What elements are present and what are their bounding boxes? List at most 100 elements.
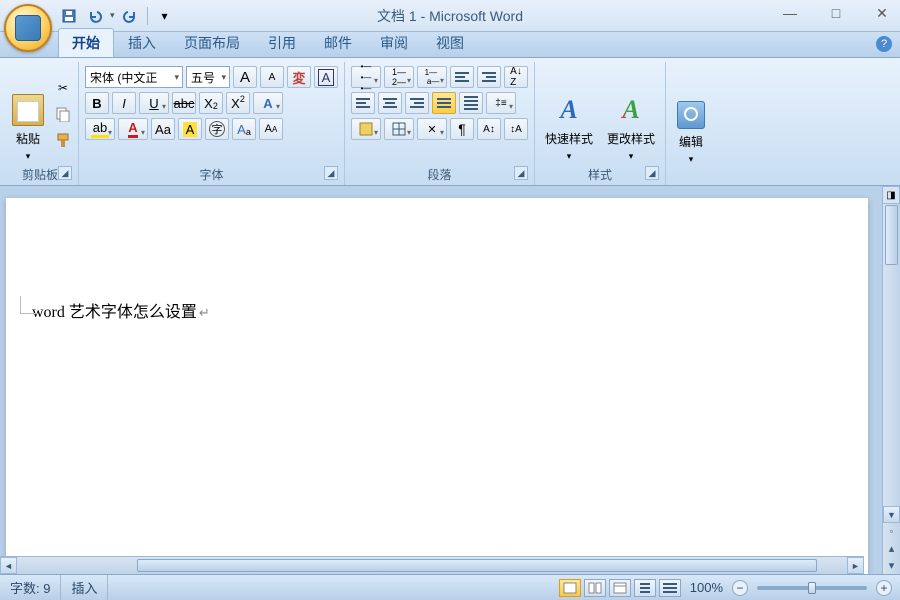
document-text[interactable]: word 艺术字体怎么设置 [32, 304, 197, 321]
close-button[interactable]: ✕ [868, 2, 896, 24]
zoom-handle[interactable] [808, 582, 816, 594]
font-group-label: 字体◢ [83, 164, 340, 185]
print-layout-view-button[interactable] [559, 579, 581, 597]
font-size-combo[interactable]: 五号 [186, 66, 230, 88]
document-page[interactable]: word 艺术字体怎么设置↵ [6, 198, 868, 574]
char-border-button[interactable]: A [314, 66, 338, 88]
tab-mailings[interactable]: 邮件 [310, 28, 366, 57]
qat-customize-dropdown[interactable]: ▾ [154, 5, 176, 27]
hscroll-thumb[interactable] [137, 559, 817, 572]
borders-button[interactable] [384, 118, 414, 140]
align-right-button[interactable] [405, 92, 429, 114]
cut-button[interactable]: ✂ [52, 77, 74, 99]
minimize-button[interactable]: — [776, 2, 804, 24]
align-justify-button[interactable] [432, 92, 456, 114]
align-left-button[interactable] [351, 92, 375, 114]
scroll-down-button[interactable]: ▼ [883, 506, 900, 523]
draft-view-button[interactable] [659, 579, 681, 597]
shading-button[interactable] [351, 118, 381, 140]
tab-home[interactable]: 开始 [58, 28, 114, 57]
undo-button[interactable] [84, 5, 106, 27]
full-screen-view-button[interactable] [584, 579, 606, 597]
format-painter-button[interactable] [52, 129, 74, 151]
phonetic-guide-button[interactable]: 変 [287, 66, 311, 88]
change-styles-button[interactable]: A 更改样式 ▾ [601, 64, 661, 164]
vertical-scrollbar[interactable]: ▲ ▼ ◦ ▴ ▾ [882, 186, 900, 574]
horizontal-scrollbar[interactable]: ◄ ► [0, 556, 864, 574]
next-page-button[interactable]: ▾ [883, 557, 900, 574]
asian-text-button[interactable]: ✕ [417, 118, 447, 140]
zoom-slider[interactable] [757, 586, 867, 590]
strikethrough-button[interactable]: abc [172, 92, 196, 114]
distributed-button[interactable] [459, 92, 483, 114]
paste-button[interactable]: 粘贴 ▾ [6, 64, 50, 164]
line-spacing-button[interactable]: ‡≡ [486, 92, 516, 114]
quick-styles-icon: A [551, 94, 587, 126]
quick-styles-button[interactable]: A 快速样式 ▾ [539, 64, 599, 164]
tab-insert[interactable]: 插入 [114, 28, 170, 57]
clear-formatting-button[interactable]: Aa [232, 118, 256, 140]
zoom-level[interactable]: 100% [690, 580, 723, 595]
shrink-font-button[interactable]: A [260, 66, 284, 88]
vscroll-thumb[interactable] [885, 205, 898, 265]
scroll-left-button[interactable]: ◄ [0, 557, 17, 574]
zoom-out-button[interactable]: − [732, 580, 748, 596]
superscript-button[interactable]: X2 [226, 92, 250, 114]
asian-layout-button[interactable]: AA [259, 118, 283, 140]
browse-object-button[interactable]: ◦ [883, 523, 900, 540]
quick-access-toolbar: ▾ ▾ [58, 5, 176, 27]
font-launcher[interactable]: ◢ [324, 166, 338, 180]
document-scroll[interactable]: word 艺术字体怎么设置↵ ◄ ► [0, 186, 882, 574]
sort-button[interactable]: A↓Z [504, 66, 528, 88]
text-direction-button[interactable]: ↕A [504, 118, 528, 140]
clipboard-icon [12, 94, 44, 126]
show-marks-button[interactable]: ¶ [450, 118, 474, 140]
quick-styles-label: 快速样式 [545, 130, 593, 147]
editing-button[interactable]: 编辑 ▾ [670, 64, 712, 167]
tab-references[interactable]: 引用 [254, 28, 310, 57]
font-name-combo[interactable]: 宋体 (中文正 [85, 66, 183, 88]
bold-button[interactable]: B [85, 92, 109, 114]
zoom-in-button[interactable]: + [876, 580, 892, 596]
char-shading-button[interactable]: A [178, 118, 202, 140]
scroll-right-button[interactable]: ► [847, 557, 864, 574]
word-count[interactable]: 字数: 9 [0, 575, 61, 600]
numbering-button[interactable]: 1—2— [384, 66, 414, 88]
italic-button[interactable]: I [112, 92, 136, 114]
help-button[interactable]: ? [876, 36, 892, 52]
tab-review[interactable]: 审阅 [366, 28, 422, 57]
decrease-indent-button[interactable] [450, 66, 474, 88]
ribbon: 粘贴 ▾ ✂ 剪贴板◢ 宋体 (中文正 五号 A A 変 A [0, 58, 900, 186]
highlight-button[interactable]: ab [85, 118, 115, 140]
maximize-button[interactable]: □ [822, 2, 850, 24]
document-area: word 艺术字体怎么设置↵ ◄ ► ▲ ▼ ◦ ▴ ▾ [0, 186, 900, 574]
subscript-button[interactable]: X2 [199, 92, 223, 114]
multilevel-button[interactable]: 1— a— [417, 66, 447, 88]
enclose-chars-button[interactable]: 字 [205, 118, 229, 140]
prev-page-button[interactable]: ▴ [883, 540, 900, 557]
styles-launcher[interactable]: ◢ [645, 166, 659, 180]
paragraph-launcher[interactable]: ◢ [514, 166, 528, 180]
bullets-button[interactable]: •—•—•— [351, 66, 381, 88]
copy-button[interactable] [52, 103, 74, 125]
font-color-button[interactable]: A [118, 118, 148, 140]
snap-grid-button[interactable]: A↕ [477, 118, 501, 140]
change-styles-icon: A [613, 94, 649, 126]
increase-indent-button[interactable] [477, 66, 501, 88]
tab-view[interactable]: 视图 [422, 28, 478, 57]
office-button[interactable] [4, 4, 52, 52]
web-layout-view-button[interactable] [609, 579, 631, 597]
change-case-button[interactable]: Aa [151, 118, 175, 140]
ruler-toggle-button[interactable]: ◨ [882, 186, 900, 204]
text-effects-button[interactable]: A [253, 92, 283, 114]
save-button[interactable] [58, 5, 80, 27]
insert-mode[interactable]: 插入 [61, 575, 108, 600]
redo-button[interactable] [119, 5, 141, 27]
outline-view-button[interactable] [634, 579, 656, 597]
tab-page-layout[interactable]: 页面布局 [170, 28, 254, 57]
clipboard-launcher[interactable]: ◢ [58, 166, 72, 180]
align-center-button[interactable] [378, 92, 402, 114]
underline-button[interactable]: U [139, 92, 169, 114]
grow-font-button[interactable]: A [233, 66, 257, 88]
margin-marker [20, 296, 38, 314]
